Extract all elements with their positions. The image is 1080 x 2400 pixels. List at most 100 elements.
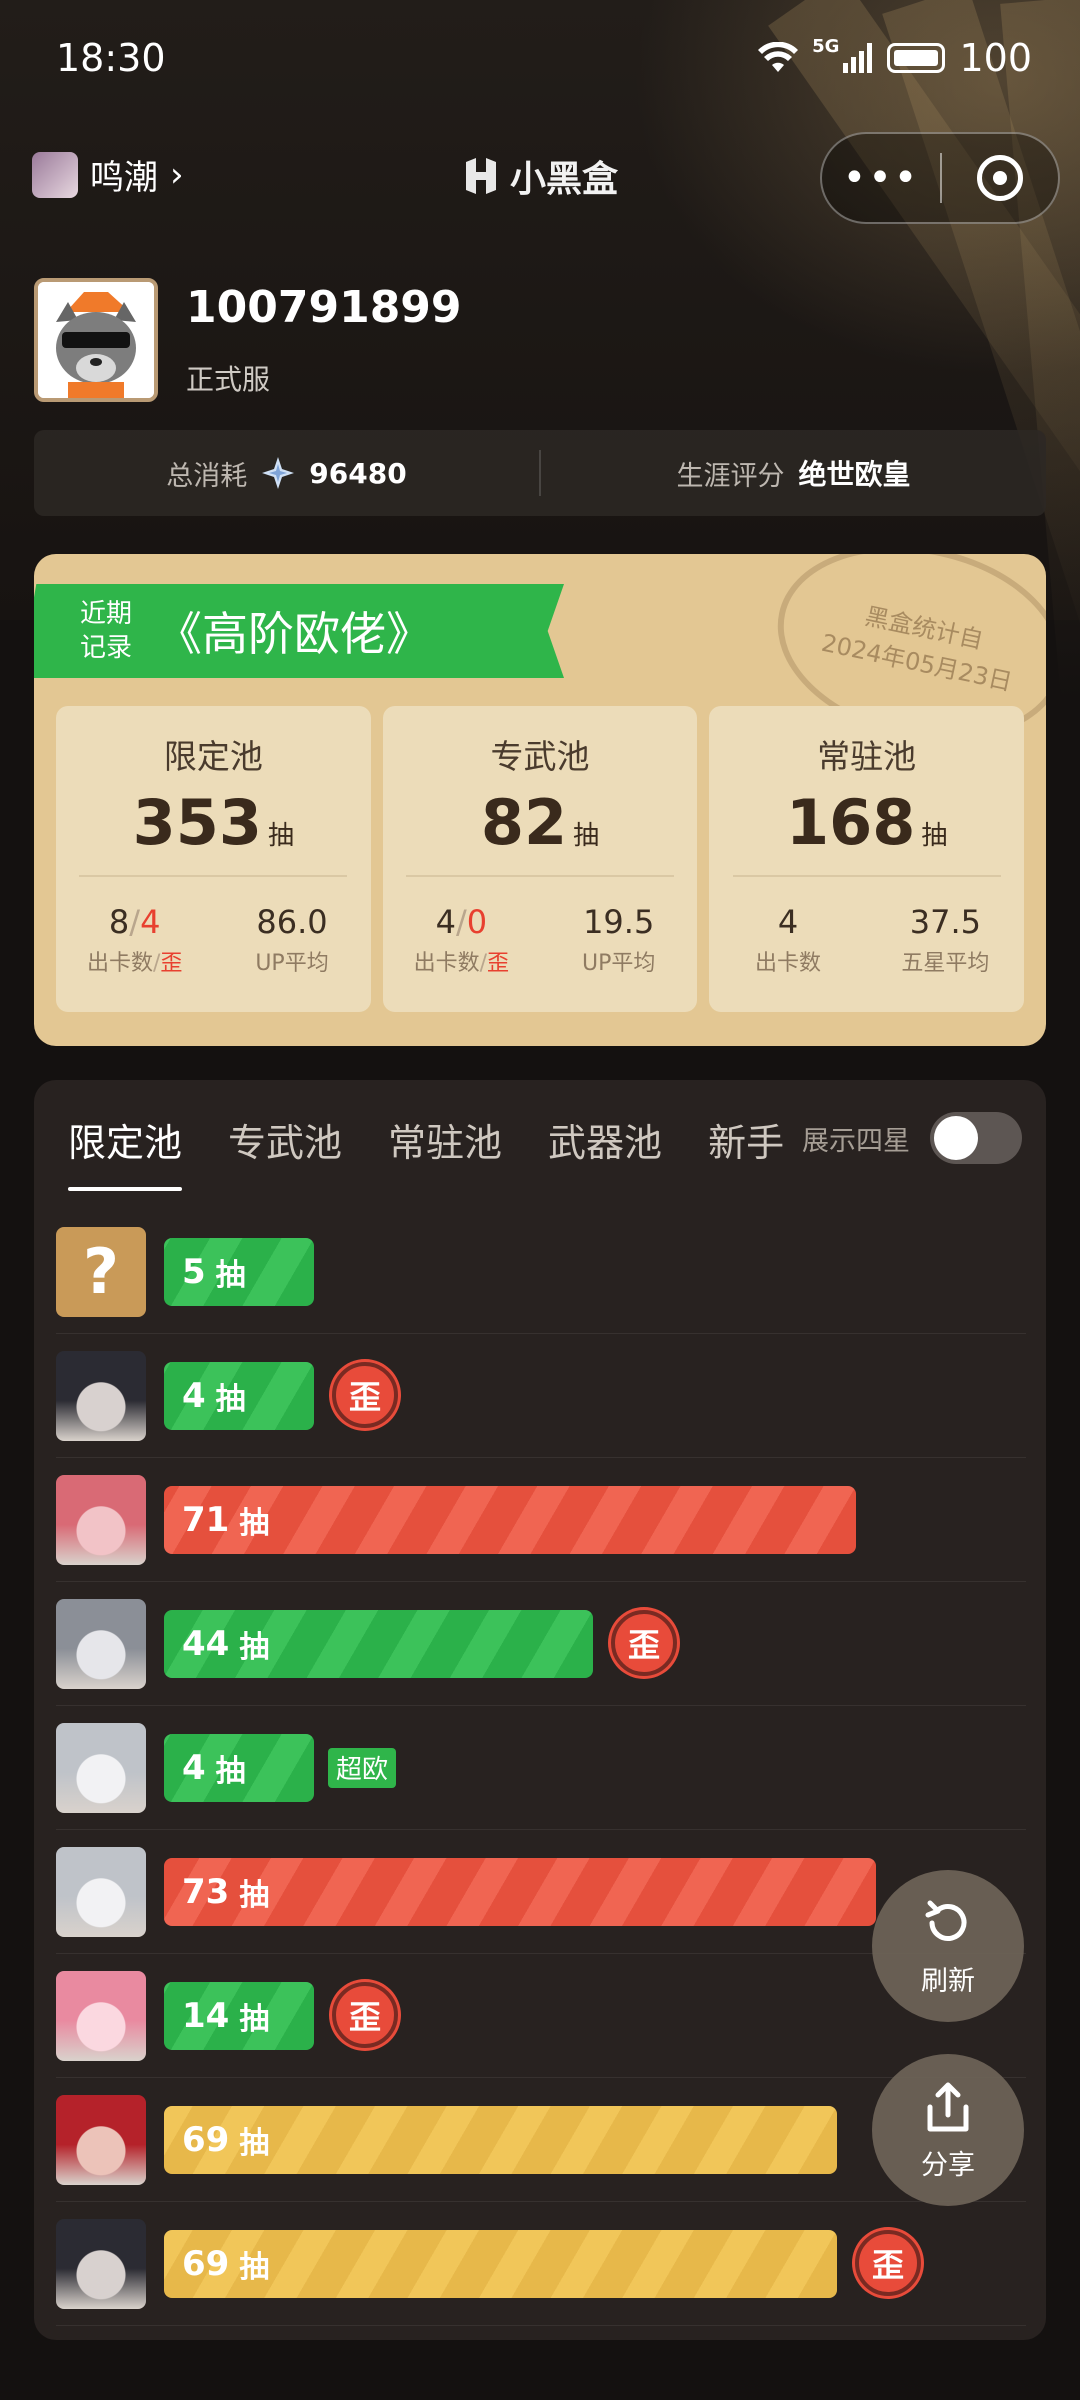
refresh-button[interactable]: 刷新 [872, 1870, 1024, 2022]
pull-history-row[interactable]: 4抽歪 [56, 1334, 1026, 1458]
pull-unit: 抽 [215, 1753, 246, 1789]
refresh-icon [925, 1900, 967, 1941]
share-icon [927, 2082, 969, 2131]
ribbon-title: 《高阶欧佬》 [156, 607, 433, 661]
pull-count-bar: 44 抽 [164, 1609, 593, 1678]
signal-icon [843, 43, 873, 73]
cards-and-lost: 8/4 出卡数/歪 [86, 903, 183, 976]
cards-count: 8 [108, 903, 130, 941]
pull-history-row[interactable]: 44 抽歪 [56, 1582, 1026, 1706]
pull-history-row[interactable]: ? 5 抽 [56, 1210, 1026, 1334]
character-avatar [56, 2218, 146, 2309]
ribbon-small-2: 记录 [80, 633, 133, 663]
pull-count-value: 14 [182, 1995, 230, 2036]
user-id: 100791899 [186, 282, 462, 333]
average-value: 37.5 [909, 903, 981, 941]
battery-level: 100 [959, 36, 1032, 80]
pool-divider [406, 875, 674, 877]
pool-summary-standard[interactable]: 常驻池 168 抽 4 出卡数 37.5 五星平均 [709, 706, 1025, 1012]
pool-count: 353 抽 [133, 786, 294, 859]
pool-divider [732, 875, 1001, 877]
summary-bar: 总消耗 96480 生涯评分 绝世欧皇 [34, 430, 1046, 516]
cards-label: 出卡数 [86, 951, 153, 976]
tab-arms[interactable]: 武器池 [548, 1112, 662, 1167]
pull-bar-area: 71 抽 [164, 1485, 1026, 1554]
character-avatar [56, 2094, 146, 2185]
career-value: 绝世欧皇 [798, 458, 911, 491]
cards-and-lost: 4/0 出卡数/歪 [413, 903, 510, 976]
star-crystal-icon [262, 457, 295, 489]
tab-beginner[interactable]: 新手 [708, 1112, 784, 1167]
pool-count: 168 抽 [786, 786, 947, 859]
total-label: 总消耗 [166, 460, 248, 492]
pull-count-bar: 71 抽 [164, 1485, 856, 1554]
total-value: 96480 [309, 456, 407, 490]
close-miniapp-button[interactable] [942, 155, 1058, 201]
pool-summary-list: 限定池 353 抽 8/4 出卡数/歪 86.0 UP平均 专武池 82 抽 4/0 [56, 706, 1025, 1012]
lost-5050-badge: 歪 [855, 2229, 921, 2296]
pull-history-row[interactable]: 69 抽歪 [56, 2202, 1026, 2326]
pool-stats: 4 出卡数 37.5 五星平均 [709, 903, 1024, 977]
share-button[interactable]: 分享 [872, 2054, 1024, 2206]
ribbon-small-1: 近期 [80, 599, 133, 629]
target-icon [977, 155, 1023, 201]
title-ribbon: 近期 记录 《高阶欧佬》 [34, 584, 564, 678]
character-avatar [56, 1722, 146, 1813]
pool-summary-limited[interactable]: 限定池 353 抽 8/4 出卡数/歪 86.0 UP平均 [56, 706, 371, 1012]
pull-history-row[interactable]: 71 抽 [56, 1458, 1026, 1582]
pull-count-bar: 4抽 [164, 1733, 314, 1802]
unknown-character-icon: ? [56, 1226, 146, 1317]
pull-bar-area: 4抽歪 [164, 1361, 1026, 1430]
pull-count-value: 71 [182, 1499, 230, 1540]
network-label: 5G [812, 36, 840, 57]
average-stat: 86.0 UP平均 [213, 903, 370, 977]
total-consumption: 总消耗 96480 [34, 454, 539, 493]
lost-count: 0 [466, 903, 488, 941]
pool-summary-weapon[interactable]: 专武池 82 抽 4/0 出卡数/歪 19.5 UP平均 [382, 706, 698, 1012]
pull-count-value: 69 [182, 2243, 230, 2284]
pull-count-bar: 14 抽 [164, 1981, 314, 2050]
more-options-button[interactable]: ••• [822, 155, 940, 201]
pull-history-row[interactable]: 4 抽超欧 [56, 1706, 1026, 1830]
pull-count-bar: 4抽 [164, 1361, 314, 1430]
pool-count: 82 抽 [481, 786, 599, 859]
show-four-star-toggle[interactable] [930, 1112, 1022, 1164]
tab-limited[interactable]: 限定池 [68, 1112, 183, 1191]
battery-icon [887, 43, 946, 73]
pull-unit: 抽 [573, 821, 600, 851]
pull-unit: 抽 [239, 1629, 270, 1665]
pull-count-value: 5 [182, 1251, 206, 1292]
tab-weapon[interactable]: 专武池 [228, 1112, 342, 1167]
pool-stats: 8/4 出卡数/歪 86.0 UP平均 [56, 903, 371, 977]
pull-unit: 抽 [239, 1505, 270, 1541]
average-stat: 19.5 UP平均 [540, 903, 697, 977]
server-name: 正式服 [186, 363, 271, 396]
tab-standard[interactable]: 常驻池 [388, 1112, 502, 1167]
pull-unit: 抽 [215, 1257, 246, 1293]
cards-label: 出卡数 [413, 951, 480, 976]
pull-bar-area: 44 抽歪 [164, 1609, 1026, 1678]
character-avatar [56, 1350, 146, 1441]
ribbon-small-label: 近期 记录 [80, 597, 132, 665]
average-value: 86.0 [256, 903, 328, 941]
pull-count-value: 4 [182, 1747, 206, 1788]
wifi-icon [758, 42, 799, 72]
character-avatar [56, 1970, 146, 2061]
character-avatar [56, 1474, 146, 1565]
career-label: 生涯评分 [676, 460, 785, 492]
pull-count-bar: 69 抽 [164, 2105, 837, 2174]
pull-unit: 抽 [239, 2001, 270, 2037]
average-label: 五星平均 [901, 951, 990, 976]
pull-count-value: 44 [182, 1623, 230, 1664]
average-label: UP平均 [255, 951, 329, 976]
pull-count-bar: 73 抽 [164, 1857, 876, 1926]
pool-name: 常驻池 [817, 737, 917, 776]
pull-bar-area: 4 抽超欧 [164, 1733, 1026, 1802]
pull-bar-area: 69 抽歪 [164, 2229, 1026, 2298]
average-stat: 37.5 五星平均 [867, 903, 1024, 977]
cards-count: 4 [777, 903, 799, 941]
average-label: UP平均 [582, 951, 656, 976]
cards-count: 4 [435, 903, 456, 941]
pull-unit: 抽 [239, 2125, 270, 2161]
cards-stat: 4 出卡数 [709, 903, 866, 977]
